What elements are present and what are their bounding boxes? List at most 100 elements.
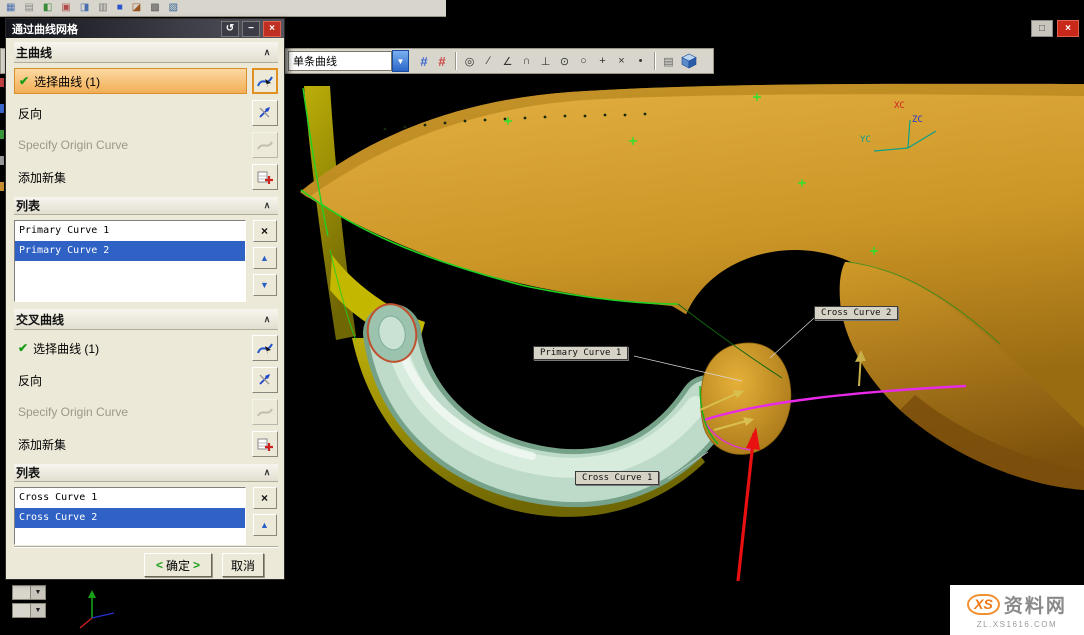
snap-pole-icon[interactable]: ⊥ (536, 52, 555, 71)
primary-reverse-label: 反向 (18, 105, 42, 122)
primary-remove-item-button[interactable]: × (253, 220, 277, 242)
ok-right-bracket: > (193, 558, 200, 572)
chevron-down-icon[interactable]: ▼ (392, 50, 409, 72)
toolbar-icon[interactable]: ◧ (43, 3, 52, 13)
cross-select-curve-label: 选择曲线 (1) (33, 340, 99, 357)
primary-reverse-direction-button[interactable] (252, 100, 278, 126)
snap-existing-point-icon[interactable]: • (631, 52, 650, 71)
cancel-button[interactable]: 取消 (222, 553, 264, 577)
curve-rule-combobox[interactable]: 单条曲线 (288, 51, 392, 71)
reverse-direction-icon (256, 371, 274, 389)
cross-reverse-label: 反向 (18, 372, 42, 389)
primary-curve-listbox[interactable]: Primary Curve 1 Primary Curve 2 (14, 220, 246, 302)
mini-dropdown[interactable]: ▼ (12, 585, 46, 600)
primary-section-title: 主曲线 (16, 44, 52, 61)
toolbar-icon[interactable]: ▣ (61, 3, 70, 13)
collapse-chevron-icon[interactable]: ∧ (258, 200, 276, 211)
chevron-down-icon[interactable]: ▼ (30, 604, 45, 617)
primary-origin-row: Specify Origin Curve (14, 132, 278, 158)
cross-reverse-direction-button[interactable] (252, 367, 278, 393)
toolbar-icon[interactable]: ▧ (169, 3, 178, 13)
cross-reverse-row: 反向 (14, 367, 278, 393)
connected-curves-icon[interactable]: # (433, 54, 451, 69)
toolbar-icon[interactable]: ▤ (24, 3, 33, 13)
dialog-close-icon[interactable]: × (263, 21, 281, 37)
primary-move-down-button[interactable]: ▼ (253, 274, 277, 296)
primary-add-set-label: 添加新集 (18, 169, 66, 186)
toolbar-icon[interactable]: ■ (117, 3, 123, 13)
chevron-down-icon[interactable]: ▼ (30, 586, 45, 599)
snap-point-icon[interactable]: ◎ (460, 52, 479, 71)
bottom-left-controls: ▼ ▼ (12, 585, 46, 618)
cross-add-set-row: 添加新集 (14, 431, 278, 457)
toolbar-icon[interactable]: ◨ (80, 3, 89, 13)
list-item[interactable]: Primary Curve 1 (15, 221, 245, 241)
left-toolbar-icon[interactable] (0, 104, 4, 113)
snap-endpoint-icon[interactable]: ∕ (479, 52, 498, 71)
cross-select-curve-field[interactable]: ✔ 选择曲线 (1) (14, 336, 247, 360)
primary-move-up-button[interactable]: ▲ (253, 247, 277, 269)
primary-curve-select-button[interactable] (252, 68, 278, 94)
cross-add-set-label: 添加新集 (18, 436, 66, 453)
snap-arc-icon[interactable]: ∩ (517, 52, 536, 71)
cross-curve-select-button[interactable] (252, 335, 278, 361)
mini-dropdown[interactable]: ▼ (12, 603, 46, 618)
snap-circle-icon[interactable]: ○ (574, 52, 593, 71)
primary-reverse-label-wrap: 反向 (14, 101, 247, 125)
dialog-titlebar[interactable]: 通过曲线网格 ↺ − × (6, 19, 284, 38)
cross-list-header[interactable]: 列表 ∧ (14, 464, 278, 482)
collapse-chevron-icon[interactable]: ∧ (258, 314, 276, 325)
primary-curves-section-header[interactable]: 主曲线 ∧ (14, 42, 278, 63)
viewport-label-primary-curve-1[interactable]: Primary Curve 1 (533, 346, 628, 360)
cross-origin-row: Specify Origin Curve (14, 399, 278, 425)
list-item-selected[interactable]: Primary Curve 2 (15, 241, 245, 261)
cross-reverse-label-wrap: 反向 (14, 368, 247, 392)
watermark-logo: XS (967, 594, 1000, 615)
toolbar-icon[interactable]: ▩ (150, 3, 159, 13)
viewport-label-cross-curve-2[interactable]: Cross Curve 2 (814, 306, 898, 320)
viewport-label-cross-curve-1[interactable]: Cross Curve 1 (575, 471, 659, 485)
layers-icon[interactable]: ▤ (659, 55, 678, 68)
left-toolbar-icon[interactable] (0, 182, 4, 191)
snap-plus-icon[interactable]: + (593, 52, 612, 71)
snap-midpoint-icon[interactable]: ∠ (498, 52, 517, 71)
shaded-view-cube-icon[interactable] (681, 53, 697, 69)
snap-intersect-icon[interactable]: × (612, 52, 631, 71)
origin-curve-icon (256, 136, 274, 154)
cross-move-up-button[interactable]: ▲ (253, 514, 277, 536)
left-toolbar-icon[interactable] (0, 78, 4, 87)
restore-window-button[interactable]: □ (1031, 20, 1053, 37)
snap-center-icon[interactable]: ⊙ (555, 52, 574, 71)
cross-remove-item-button[interactable]: × (253, 487, 277, 509)
cross-list-buttons: × ▲ (246, 487, 278, 545)
ok-button[interactable]: < 确定 > (144, 553, 212, 577)
dialog-minimize-icon[interactable]: − (242, 21, 260, 37)
list-item[interactable]: Cross Curve 1 (15, 488, 245, 508)
cross-add-new-set-button[interactable] (252, 431, 278, 457)
close-window-button[interactable]: × (1057, 20, 1079, 37)
collapse-chevron-icon[interactable]: ∧ (258, 47, 276, 58)
toolbar-icon[interactable]: ▥ (98, 3, 107, 13)
dialog-reset-icon[interactable]: ↺ (221, 21, 239, 37)
toolbar-icon[interactable]: ▦ (6, 3, 15, 13)
primary-list-header[interactable]: 列表 ∧ (14, 197, 278, 215)
list-item-selected[interactable]: Cross Curve 2 (15, 508, 245, 528)
cross-origin-label: Specify Origin Curve (18, 405, 128, 419)
dialog-title: 通过曲线网格 (12, 21, 218, 37)
intersection-stop-icon[interactable]: # (415, 54, 433, 69)
toolbar-icon[interactable]: ◪ (132, 3, 141, 13)
primary-origin-curve-button (252, 132, 278, 158)
window-controls: □ × (1031, 20, 1079, 37)
cross-curves-section-header[interactable]: 交叉曲线 ∧ (14, 309, 278, 330)
cross-list-region: Cross Curve 1 Cross Curve 2 × ▲ (14, 487, 278, 545)
cross-curve-listbox[interactable]: Cross Curve 1 Cross Curve 2 (14, 487, 246, 545)
arrow-up-icon: ▲ (260, 520, 269, 530)
primary-add-new-set-button[interactable] (252, 164, 278, 190)
primary-origin-label-wrap: Specify Origin Curve (14, 133, 247, 157)
primary-select-curve-field[interactable]: ✔ 选择曲线 (1) (14, 68, 247, 94)
left-toolbar-icon[interactable] (0, 156, 4, 165)
list-item-empty[interactable] (15, 261, 245, 281)
cancel-label: 取消 (231, 557, 255, 574)
collapse-chevron-icon[interactable]: ∧ (258, 467, 276, 478)
left-toolbar-icon[interactable] (0, 130, 4, 139)
